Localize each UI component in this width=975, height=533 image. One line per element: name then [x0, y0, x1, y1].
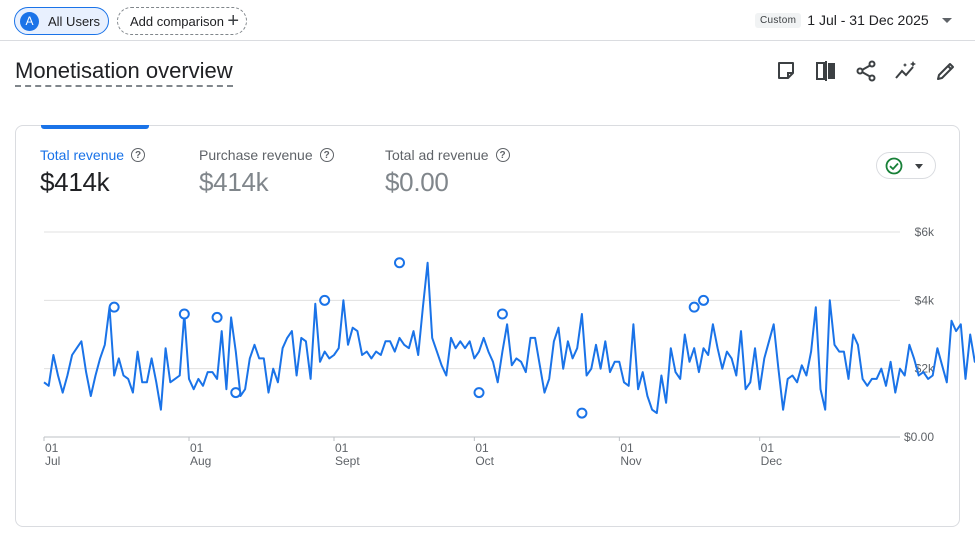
metric-total-revenue[interactable]: Total revenue? $414k	[40, 147, 146, 198]
edit-pencil-icon[interactable]	[933, 58, 959, 84]
active-tab-indicator	[41, 125, 149, 129]
compare-columns-icon[interactable]	[813, 58, 839, 84]
help-icon[interactable]: ?	[131, 148, 146, 162]
revenue-chart-card: Total revenue? $414k Purchase revenue? $…	[15, 125, 960, 527]
page-title[interactable]: Monetisation overview	[15, 58, 233, 87]
insights-icon[interactable]	[893, 58, 919, 84]
top-bar: A All Users Add comparison + Custom 1 Ju…	[0, 0, 975, 41]
date-range-picker[interactable]: Custom 1 Jul - 31 Dec 2025	[755, 10, 952, 30]
segment-avatar: A	[20, 11, 39, 31]
report-toolbar	[770, 58, 960, 84]
comparison-chip-all-users[interactable]: A All Users	[14, 7, 109, 35]
metric-total-ad-revenue[interactable]: Total ad revenue? $0.00	[385, 147, 510, 198]
note-icon[interactable]	[773, 58, 799, 84]
metric-label: Total ad revenue	[385, 147, 489, 163]
metric-label: Total revenue	[40, 147, 125, 163]
add-comparison-button[interactable]: Add comparison +	[117, 7, 247, 35]
metric-purchase-revenue[interactable]: Purchase revenue? $414k	[199, 147, 334, 198]
add-comparison-label: Add comparison	[130, 13, 224, 29]
data-quality-dropdown[interactable]	[876, 152, 936, 179]
check-circle-icon	[885, 157, 903, 174]
comparison-chip-label: All Users	[48, 13, 101, 29]
metric-value: $414k	[40, 167, 110, 197]
chevron-down-icon	[915, 164, 923, 169]
help-icon[interactable]: ?	[495, 148, 510, 162]
date-range-value: 1 Jul - 31 Dec 2025	[807, 12, 929, 28]
metric-value: $0.00	[385, 167, 449, 197]
plus-icon: +	[227, 10, 239, 32]
date-range-badge: Custom	[755, 12, 802, 28]
metric-value: $414k	[199, 167, 269, 197]
metric-label: Purchase revenue	[199, 147, 313, 163]
chevron-down-icon	[941, 17, 952, 23]
share-icon[interactable]	[853, 58, 879, 84]
help-icon[interactable]: ?	[319, 148, 334, 162]
